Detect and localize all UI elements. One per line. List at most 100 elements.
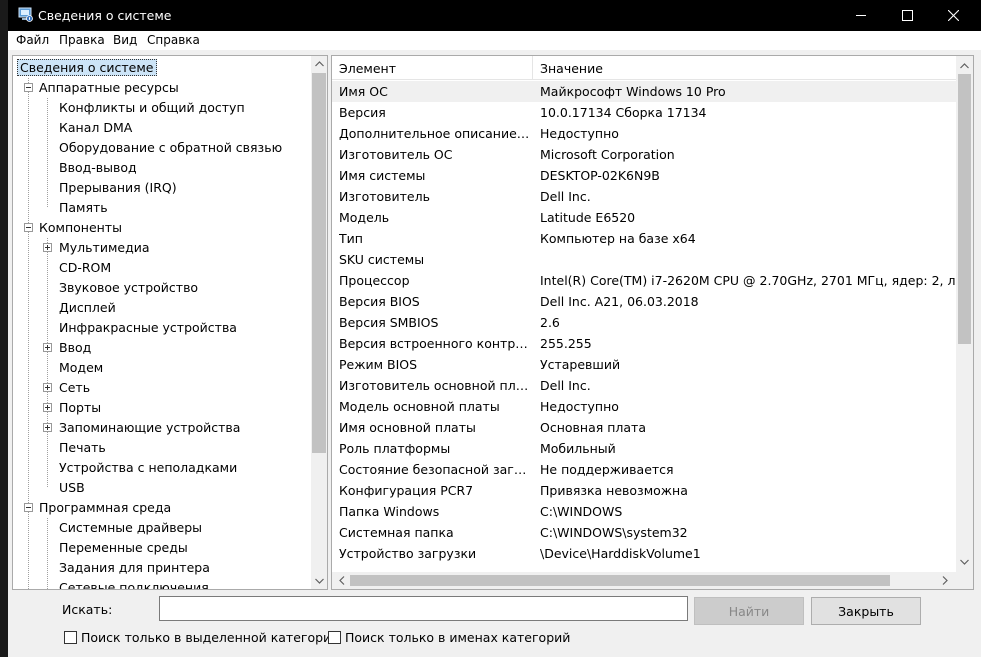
tree-item[interactable]: Программная среда	[37, 498, 173, 518]
expand-icon[interactable]	[43, 403, 52, 412]
expand-icon[interactable]	[43, 383, 52, 392]
scroll-up-arrow-icon[interactable]	[311, 56, 327, 72]
list-row[interactable]: Роль платформы Мобильный	[332, 438, 956, 459]
close-window-button[interactable]	[930, 0, 976, 31]
title-bar[interactable]: Сведения о системе	[8, 0, 981, 31]
tree-item[interactable]: Переменные среды	[57, 538, 190, 558]
search-category-names-checkbox[interactable]	[328, 630, 341, 644]
list-row[interactable]: Имя системы DESKTOP-02K6N9B	[332, 165, 956, 186]
menu-edit[interactable]: Правка	[59, 33, 105, 47]
find-input[interactable]	[159, 596, 688, 621]
tree-item[interactable]: Звуковое устройство	[57, 278, 200, 298]
list-cell-value: Мобильный	[540, 441, 616, 456]
list-scroll-thumb[interactable]	[958, 74, 971, 344]
category-tree[interactable]: Сведения о системе Аппаратные ресурсы Конф…	[12, 55, 328, 590]
tree-item[interactable]: Сведения о системе	[17, 58, 157, 78]
tree-item[interactable]: Задания для принтера	[57, 558, 212, 578]
search-selected-category-checkbox[interactable]	[64, 630, 77, 644]
list-scroll-left-arrow-icon[interactable]	[334, 572, 350, 588]
details-list[interactable]: Элемент Значение Имя ОС Майкрософт Window…	[331, 55, 974, 590]
list-row[interactable]: SKU системы	[332, 249, 956, 270]
list-row[interactable]: Тип Компьютер на базе x64	[332, 228, 956, 249]
tree-item[interactable]: Аппаратные ресурсы	[37, 78, 181, 98]
tree-item[interactable]: Системные драйверы	[57, 518, 204, 538]
tree-item[interactable]: CD-ROM	[57, 258, 113, 278]
collapse-icon[interactable]	[24, 223, 33, 232]
list-row[interactable]: Версия SMBIOS 2.6	[332, 312, 956, 333]
close-button[interactable]: Закрыть	[811, 597, 921, 625]
tree-scroll-thumb[interactable]	[312, 73, 326, 453]
tree-item[interactable]: Запоминающие устройства	[57, 418, 242, 438]
tree-item[interactable]: Порты	[57, 398, 103, 418]
tree-item[interactable]: Память	[57, 198, 110, 218]
expand-icon[interactable]	[43, 343, 52, 352]
list-row[interactable]: Имя основной платы Основная плата	[332, 417, 956, 438]
list-horizontal-scrollbar[interactable]	[332, 572, 956, 589]
list-row[interactable]: Системная папка C:\WINDOWS\system32	[332, 522, 956, 543]
expand-icon[interactable]	[43, 243, 52, 252]
tree-item[interactable]: Устройства с неполадками	[57, 458, 239, 478]
list-row[interactable]: Версия 10.0.17134 Сборка 17134	[332, 102, 956, 123]
collapse-icon[interactable]	[24, 83, 33, 92]
list-vertical-scrollbar[interactable]	[956, 56, 973, 572]
list-scroll-down-arrow-icon[interactable]	[956, 554, 972, 570]
menu-view[interactable]: Вид	[113, 33, 137, 47]
list-row[interactable]: Имя ОС Майкрософт Windows 10 Pro	[332, 81, 956, 102]
minimize-button[interactable]	[838, 0, 884, 31]
column-header-value[interactable]: Значение	[533, 56, 603, 80]
list-cell-item: Модель	[339, 210, 390, 225]
list-row[interactable]: Изготовитель Dell Inc.	[332, 186, 956, 207]
tree-item[interactable]: Ввод-вывод	[57, 158, 139, 178]
list-row[interactable]: Модель основной платы Недоступно	[332, 396, 956, 417]
expand-icon[interactable]	[43, 423, 52, 432]
tree-item[interactable]: Мультимедиа	[57, 238, 152, 258]
tree-item[interactable]: Конфликты и общий доступ	[57, 98, 247, 118]
scroll-down-arrow-icon[interactable]	[311, 573, 327, 589]
tree-item[interactable]: Ввод	[57, 338, 93, 358]
list-horizontal-scroll-thumb[interactable]	[350, 575, 890, 586]
tree-item[interactable]: Печать	[57, 438, 108, 458]
tree-item[interactable]: USB	[57, 478, 87, 498]
list-row[interactable]: Устройство загрузки \Device\HarddiskVolum…	[332, 543, 956, 564]
list-cell-item: Версия встроенного контроллера	[339, 336, 532, 351]
maximize-button[interactable]	[884, 0, 930, 31]
tree-item[interactable]: Прерывания (IRQ)	[57, 178, 179, 198]
tree-item[interactable]: Оборудование с обратной связью	[57, 138, 284, 158]
tree-item[interactable]: Сеть	[57, 378, 92, 398]
menu-help[interactable]: Справка	[147, 33, 200, 47]
list-row[interactable]: Папка Windows C:\WINDOWS	[332, 501, 956, 522]
list-cell-value: DESKTOP-02K6N9B	[540, 168, 660, 183]
tree-item-label: Мультимедиа	[59, 240, 150, 255]
list-row[interactable]: Дополнительное описание ОС Недоступно	[332, 123, 956, 144]
list-cell-value: \Device\HarddiskVolume1	[540, 546, 701, 561]
collapse-icon[interactable]	[24, 503, 33, 512]
list-row[interactable]: Версия встроенного контроллера 255.255	[332, 333, 956, 354]
list-row[interactable]: Изготовитель ОС Microsoft Corporation	[332, 144, 956, 165]
list-row[interactable]: Состояние безопасной загрузки Не поддержи…	[332, 459, 956, 480]
list-row[interactable]: Версия BIOS Dell Inc. A21, 06.03.2018	[332, 291, 956, 312]
tree-item[interactable]: Сетевые подключения	[57, 578, 211, 589]
list-cell-value: Dell Inc.	[540, 378, 591, 393]
list-row[interactable]: Изготовитель основной платы Dell Inc.	[332, 375, 956, 396]
menu-file[interactable]: Файл	[16, 33, 49, 47]
tree-item[interactable]: Канал DMA	[57, 118, 134, 138]
tree-item[interactable]: Модем	[57, 358, 105, 378]
list-cell-value: Устаревший	[540, 357, 621, 372]
list-row[interactable]: Режим BIOS Устаревший	[332, 354, 956, 375]
column-header-item[interactable]: Элемент	[332, 56, 396, 80]
tree-vertical-scrollbar[interactable]	[311, 56, 327, 589]
list-cell-value: Майкрософт Windows 10 Pro	[540, 84, 726, 99]
list-scroll-right-arrow-icon[interactable]	[937, 572, 953, 588]
search-category-names-option[interactable]: Поиск только в именах категорий	[328, 629, 570, 645]
find-button[interactable]: Найти	[694, 597, 804, 625]
tree-item-label: Задания для принтера	[59, 560, 210, 575]
tree-item[interactable]: Дисплей	[57, 298, 118, 318]
tree-item[interactable]: Инфракрасные устройства	[57, 318, 239, 338]
list-scroll-up-arrow-icon[interactable]	[956, 58, 972, 74]
search-selected-category-option[interactable]: Поиск только в выделенной категории	[64, 629, 339, 645]
list-row[interactable]: Процессор Intel(R) Core(TM) i7-2620M CPU …	[332, 270, 956, 291]
list-row[interactable]: Модель Latitude E6520	[332, 207, 956, 228]
list-row[interactable]: Конфигурация PCR7 Привязка невозможна	[332, 480, 956, 501]
list-cell-item: Изготовитель	[339, 189, 430, 204]
tree-item[interactable]: Компоненты	[37, 218, 124, 238]
